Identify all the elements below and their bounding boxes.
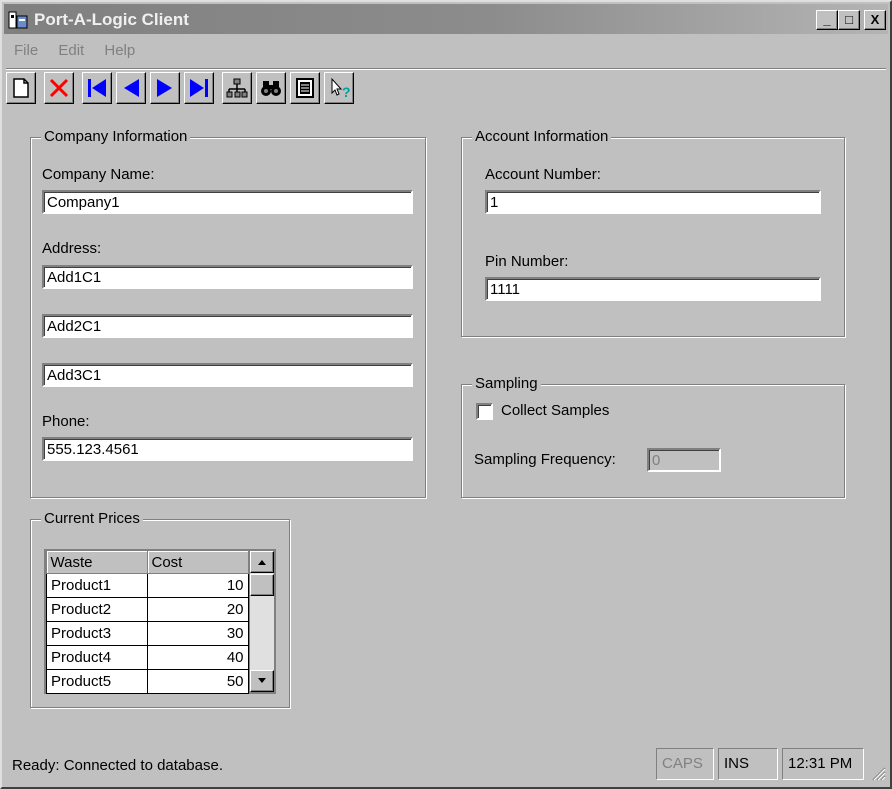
new-button[interactable]	[6, 72, 36, 104]
status-bar: Ready: Connected to database. CAPS INS 1…	[4, 747, 888, 783]
phone-label: Phone:	[42, 413, 90, 430]
previous-record-icon	[124, 79, 139, 97]
sampling-title: Sampling	[472, 375, 541, 392]
caps-indicator: CAPS	[656, 748, 714, 780]
cost-cell[interactable]: 50	[146, 669, 249, 694]
arrow-down-icon	[258, 678, 266, 683]
company-name-field[interactable]	[42, 190, 413, 214]
pin-number-label: Pin Number:	[485, 253, 569, 270]
record-list-icon	[296, 78, 314, 98]
first-record-button[interactable]	[82, 72, 112, 104]
prices-scrollbar[interactable]	[250, 551, 274, 692]
table-row[interactable]: Product1 10	[46, 573, 249, 598]
next-record-icon	[157, 79, 172, 97]
scroll-thumb[interactable]	[250, 574, 274, 596]
table-row[interactable]: Product5 50	[46, 669, 249, 694]
help-button[interactable]: ?	[324, 72, 354, 104]
menu-file[interactable]: File	[14, 38, 38, 64]
address-line2-field[interactable]	[42, 314, 413, 338]
address-line3-field[interactable]	[42, 363, 413, 387]
table-row[interactable]: Product4 40	[46, 645, 249, 670]
account-info-title: Account Information	[472, 128, 612, 145]
list-button[interactable]	[290, 72, 320, 104]
arrow-up-icon	[258, 560, 266, 565]
connect-button[interactable]	[222, 72, 252, 104]
clock-panel: 12:31 PM	[782, 748, 864, 780]
address-label: Address:	[42, 240, 102, 257]
sampling-frequency-field[interactable]	[647, 448, 721, 472]
menu-separator	[6, 68, 886, 70]
next-record-button[interactable]	[150, 72, 180, 104]
phone-field[interactable]	[42, 437, 413, 461]
help-pointer-icon: ?	[331, 77, 350, 99]
table-row[interactable]: Product2 20	[46, 597, 249, 622]
app-window: Port-A-Logic Client _ □ X File Edit Help	[0, 0, 892, 789]
waste-cell[interactable]: Product2	[46, 597, 148, 622]
address-line1-field[interactable]	[42, 265, 413, 289]
previous-record-button[interactable]	[116, 72, 146, 104]
minimize-button[interactable]: _	[816, 10, 838, 30]
account-number-field[interactable]	[485, 190, 821, 214]
network-icon	[226, 78, 248, 98]
cost-cell[interactable]: 10	[146, 573, 249, 598]
sampling-frequency-label: Sampling Frequency:	[474, 451, 616, 468]
waste-cell[interactable]: Product1	[46, 573, 148, 598]
table-row[interactable]: Product3 30	[46, 621, 249, 646]
collect-samples-checkbox[interactable]	[476, 403, 493, 420]
close-button[interactable]: X	[864, 10, 886, 30]
menu-bar: File Edit Help	[6, 38, 143, 64]
first-record-icon	[88, 79, 106, 97]
column-header-cost[interactable]: Cost	[147, 551, 249, 574]
last-record-icon	[190, 79, 208, 97]
company-name-label: Company Name:	[42, 166, 155, 183]
menu-edit[interactable]: Edit	[58, 38, 84, 64]
pin-number-field[interactable]	[485, 277, 821, 301]
cost-cell[interactable]: 20	[146, 597, 249, 622]
resize-grip-icon[interactable]	[870, 765, 886, 781]
current-prices-title: Current Prices	[41, 510, 143, 527]
prices-grid: Waste Cost Product1 10 Product2 20 Produ…	[44, 549, 276, 694]
menu-help[interactable]: Help	[104, 38, 135, 64]
app-icon	[8, 11, 28, 29]
last-record-button[interactable]	[184, 72, 214, 104]
window-title: Port-A-Logic Client	[34, 10, 189, 29]
binoculars-find-icon	[261, 81, 281, 96]
column-header-waste[interactable]: Waste	[46, 551, 148, 574]
maximize-button[interactable]: □	[838, 10, 860, 30]
cost-cell[interactable]: 40	[146, 645, 249, 670]
waste-cell[interactable]: Product4	[46, 645, 148, 670]
ins-indicator: INS	[718, 748, 778, 780]
prices-table: Waste Cost Product1 10 Product2 20 Produ…	[46, 551, 249, 694]
account-number-label: Account Number:	[485, 166, 601, 183]
company-info-title: Company Information	[41, 128, 191, 145]
collect-samples-label[interactable]: Collect Samples	[501, 402, 609, 419]
svg-text:?: ?	[342, 84, 350, 99]
scroll-down-button[interactable]	[250, 670, 274, 692]
waste-cell[interactable]: Product5	[46, 669, 148, 694]
new-document-icon	[13, 78, 29, 98]
status-message: Ready: Connected to database.	[12, 757, 223, 774]
title-bar[interactable]: Port-A-Logic Client _ □ X	[4, 4, 888, 34]
find-button[interactable]	[256, 72, 286, 104]
scroll-up-button[interactable]	[250, 551, 274, 573]
delete-icon	[49, 78, 69, 98]
waste-cell[interactable]: Product3	[46, 621, 148, 646]
delete-button[interactable]	[44, 72, 74, 104]
cost-cell[interactable]: 30	[146, 621, 249, 646]
